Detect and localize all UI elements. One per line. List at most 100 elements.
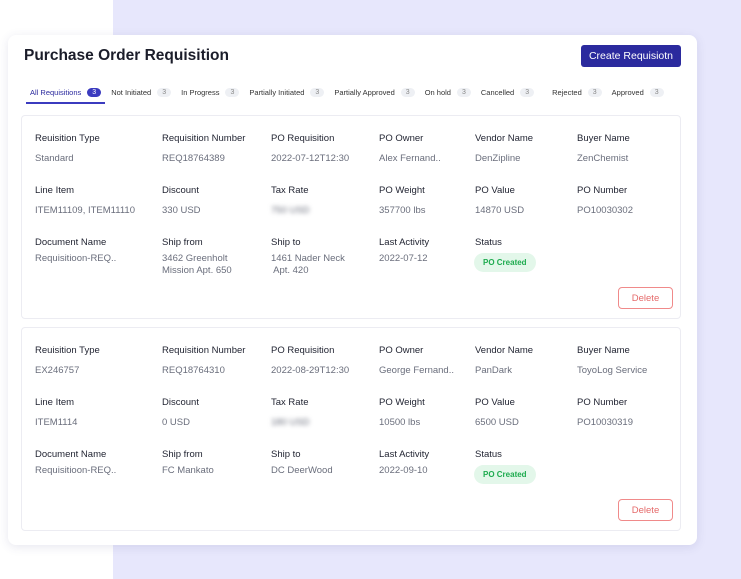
tab-count-badge: 3 [649, 88, 664, 97]
field-value: 750 USD [271, 205, 310, 216]
field-value: 2022-07-12 [379, 253, 428, 264]
tab-cancelled[interactable]: Cancelled 3 [477, 85, 538, 100]
field-value: ZenChemist [577, 153, 629, 164]
field-value: PO10030302 [577, 205, 633, 216]
field: Ship from 3462 Greenholt Mission Apt. 650 [162, 237, 232, 277]
tab-approved[interactable]: Approved 3 [608, 85, 668, 100]
field: PO Owner Alex Fernand.. [379, 133, 441, 165]
field: Tax Rate 750 USD [271, 185, 310, 217]
field: Line Item ITEM1114 [35, 397, 77, 429]
tab-count-badge: 3 [157, 88, 172, 97]
field-label: Vendor Name [475, 133, 534, 144]
field-label: Status [475, 449, 502, 460]
field-label: PO Number [577, 397, 628, 408]
tab-count-badge: 3 [520, 88, 535, 97]
field-value: Alex Fernand.. [379, 153, 441, 164]
field: Reuisition Type Standard [35, 133, 100, 165]
field: Ship to 1461 Nader Neck Apt. 420 [271, 237, 345, 277]
create-requisition-button[interactable]: Create Requisiotn [581, 45, 681, 67]
tab-count-badge: 3 [87, 88, 102, 97]
tab-label: Cancelled [480, 88, 515, 97]
tab-label: Partially Approved [334, 88, 395, 97]
tab-not-initiated[interactable]: Not Initiated 3 [107, 85, 175, 100]
field: Line Item ITEM11109, ITEM11110 [35, 185, 135, 217]
field-label: Document Name [35, 449, 107, 460]
tab-all-requisitions[interactable]: All Requisitions 3 [26, 85, 106, 104]
field-value: 6500 USD [475, 417, 519, 428]
tab-label: Approved [611, 88, 644, 97]
page-title: Purchase Order Requisition [24, 47, 229, 64]
field-value: EX246757 [35, 365, 80, 376]
field: Last Activity 2022-09-10 [379, 449, 429, 477]
tab-count-badge: 3 [310, 88, 325, 97]
delete-button[interactable]: Delete [618, 287, 673, 309]
field-label: PO Weight [379, 185, 425, 196]
field-value: DC DeerWood [271, 465, 333, 476]
field-value: 0 USD [162, 417, 190, 428]
field-value: Requisitioon-REQ.. [35, 253, 117, 264]
field-value: 1461 Nader Neck Apt. 420 [271, 253, 345, 276]
field-value: 10500 lbs [379, 417, 421, 428]
field: PO Weight 357700 lbs [379, 185, 425, 217]
field: Ship to DC DeerWood [271, 449, 333, 477]
field-value: Requisitioon-REQ.. [35, 465, 117, 476]
field: PO Value 14870 USD [475, 185, 524, 217]
field-value: 2022-09-10 [379, 465, 428, 476]
field: Reuisition Type EX246757 [35, 345, 100, 377]
tab-partially-initiated[interactable]: Partially Initiated 3 [245, 85, 328, 100]
field-label: PO Requisition [271, 345, 335, 356]
field: PO Owner George Fernand.. [379, 345, 454, 377]
field-label: Tax Rate [271, 185, 309, 196]
field-label: Last Activity [379, 449, 430, 460]
field-value: George Fernand.. [379, 365, 454, 376]
field: Discount 330 USD [162, 185, 201, 217]
tab-count-badge: 3 [587, 88, 602, 97]
field-value: REQ18764310 [162, 365, 225, 376]
field-label: Ship from [162, 449, 203, 460]
field: Ship from FC Mankato [162, 449, 214, 477]
field: Last Activity 2022-07-12 [379, 237, 429, 265]
tab-label: Partially Initiated [249, 88, 305, 97]
requisition-card: Reuisition Type EX246757 Requisition Numbe… [21, 327, 681, 531]
tab-label: On hold [424, 88, 451, 97]
field-label: Ship to [271, 237, 301, 248]
field: PO Number PO10030302 [577, 185, 633, 217]
delete-button[interactable]: Delete [618, 499, 673, 521]
field-label: PO Requisition [271, 133, 335, 144]
tab-count-badge: 3 [456, 88, 471, 97]
field: Tax Rate 180 USD [271, 397, 310, 429]
tab-rejected[interactable]: Rejected 3 [548, 85, 606, 100]
field: Buyer Name ToyoLog Service [577, 345, 647, 377]
status-badge: PO Created [474, 253, 536, 272]
field-value: REQ18764389 [162, 153, 225, 164]
field: Document Name Requisitioon-REQ.. [35, 237, 116, 265]
tab-count-badge: 3 [400, 88, 415, 97]
tab-label: Rejected [552, 88, 582, 97]
requisition-card: Reuisition Type Standard Requisition Numbe… [21, 115, 681, 319]
field-label: Requisition Number [162, 345, 246, 356]
field-label: PO Weight [379, 397, 425, 408]
field-label: Line Item [35, 185, 75, 196]
field-label: Discount [162, 397, 199, 408]
field: Requisition Number REQ18764389 [162, 133, 245, 165]
field-label: Buyer Name [577, 345, 630, 356]
tab-in-progress[interactable]: In Progress 3 [177, 85, 243, 100]
tab-on-hold[interactable]: On hold 3 [421, 85, 475, 100]
field-value: 180 USD [271, 417, 310, 428]
field-label: Buyer Name [577, 133, 630, 144]
field: PO Value 6500 USD [475, 397, 519, 429]
field-label: Vendor Name [475, 345, 534, 356]
field-value: 2022-07-12T12:30 [271, 153, 350, 164]
field-label: Ship to [271, 449, 301, 460]
field-label: Tax Rate [271, 397, 309, 408]
field-label: Discount [162, 185, 199, 196]
field-label: Document Name [35, 237, 107, 248]
field-label: Line Item [35, 397, 75, 408]
tab-count-badge: 3 [225, 88, 240, 97]
field: PO Requisition 2022-07-12T12:30 [271, 133, 349, 165]
status-tabs: All Requisitions 3 Not Initiated 3 In Progre… [26, 85, 670, 105]
field-value: 3462 Greenholt Mission Apt. 650 [162, 253, 232, 276]
tab-partially-approved[interactable]: Partially Approved 3 [330, 85, 418, 100]
field-value: PanDark [475, 365, 512, 376]
field: Discount 0 USD [162, 397, 199, 429]
